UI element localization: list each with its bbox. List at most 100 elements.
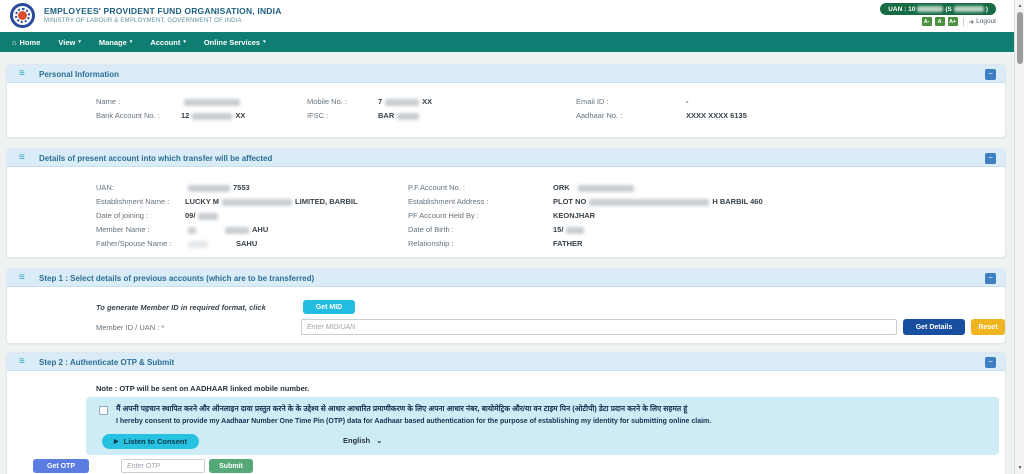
date-of-birth-label: Date of Birth : <box>408 225 454 234</box>
date-of-birth-value: 15/ <box>553 225 587 234</box>
collapse-icon[interactable]: − <box>985 69 996 80</box>
get-details-button[interactable]: Get Details <box>903 319 965 335</box>
uan-badge: UAN : 10 (S ) <box>880 3 996 15</box>
top-header-bar: EMPLOYEES' PROVIDENT FUND ORGANISATION, … <box>0 0 1014 32</box>
get-mid-button[interactable]: Get MID <box>303 300 355 314</box>
personal-information-panel: ≡ Personal Information − Name : Mobile N… <box>6 64 1006 138</box>
accessibility-toolbar: A- A A+ ➜ Logout <box>921 17 996 26</box>
font-normal-button[interactable]: A <box>934 17 945 26</box>
member-name-label: Member Name : <box>96 225 150 234</box>
establishment-name-label: Establishment Name : <box>96 197 170 206</box>
email-value: - <box>686 97 689 106</box>
aadhaar-consent-box: मैं अपनी पहचान स्थापित करने और ऑनलाइन दा… <box>86 397 999 455</box>
pf-account-label: P.F.Account No. : <box>408 183 465 192</box>
logout-icon: ➜ <box>968 18 975 26</box>
establishment-address-value: PLOT NO H BARBIL 460 <box>553 197 763 206</box>
nav-account-label: Account <box>150 37 181 47</box>
org-subtitle: MINISTRY OF LABOUR & EMPLOYMENT, GOVERNM… <box>44 18 242 24</box>
uan-badge-text: UAN : 10 <box>888 5 916 13</box>
org-title: EMPLOYEES' PROVIDENT FUND ORGANISATION, … <box>44 6 282 16</box>
father-spouse-value: SAHU <box>185 239 257 248</box>
scroll-down-icon[interactable]: ▼ <box>1015 463 1024 473</box>
member-id-input[interactable] <box>301 319 897 335</box>
uan-badge-text-mid: (S <box>945 5 952 13</box>
nav-item-account[interactable]: Account ▾ <box>150 38 186 47</box>
logout-button[interactable]: ➜ Logout <box>969 18 996 26</box>
nav-manage-label: Manage <box>98 37 127 47</box>
personal-information-header: ≡ Personal Information − <box>7 65 1005 83</box>
collapse-icon[interactable]: − <box>985 357 996 368</box>
aadhaar-value: XXXX XXXX 6135 <box>686 111 747 120</box>
play-icon: ▶ <box>114 439 119 445</box>
uan-redacted-2 <box>953 6 984 12</box>
uan-label: UAN: <box>96 183 114 192</box>
relationship-label: Relationship : <box>408 239 454 248</box>
consent-text-english: I hereby consent to provide my Aadhaar N… <box>116 418 712 425</box>
email-label: Email ID : <box>576 97 609 106</box>
listen-label: Listen to Consent <box>123 437 187 446</box>
scroll-up-icon[interactable]: ▲ <box>1015 1 1024 11</box>
caret-down-icon: ▾ <box>78 39 81 45</box>
present-account-header: ≡ Details of present account into which … <box>7 149 1005 167</box>
name-value <box>181 97 243 106</box>
caret-down-icon: ▾ <box>129 39 133 45</box>
otp-note: Note : OTP will be sent on AADHAAR linke… <box>96 384 310 393</box>
chevron-down-icon: ⌄ <box>376 436 383 445</box>
mobile-label: Mobile No. : <box>307 97 348 106</box>
submit-button[interactable]: Submit <box>209 459 253 473</box>
section-title: Step 1 : Select details of previous acco… <box>39 274 315 283</box>
name-label: Name : <box>96 97 121 106</box>
date-of-joining-value: 09/ <box>185 211 221 220</box>
listen-to-consent-button[interactable]: ▶ Listen to Consent <box>102 434 199 449</box>
get-mid-hint: To generate Member ID in required format… <box>96 303 266 312</box>
divider <box>962 17 964 26</box>
nav-item-manage[interactable]: Manage ▾ <box>99 38 132 47</box>
nav-home-label: Home <box>19 37 41 47</box>
nav-item-view[interactable]: View ▾ <box>58 38 80 47</box>
member-name-value: AHU <box>185 225 268 234</box>
member-id-label: Member ID / UAN : * <box>96 323 165 332</box>
establishment-name-value: LUCKY M LIMITED, BARBIL <box>185 197 358 206</box>
collapse-icon[interactable]: − <box>985 153 996 164</box>
section-title: Details of present account into which tr… <box>39 154 273 163</box>
get-otp-button[interactable]: Get OTP <box>33 459 89 473</box>
reset-button[interactable]: Reset <box>971 319 1005 335</box>
font-increase-button[interactable]: A+ <box>947 17 958 26</box>
establishment-address-label: Establishment Address : <box>408 197 489 206</box>
language-value: English <box>343 436 371 445</box>
step1-header: ≡ Step 1 : Select details of previous ac… <box>7 269 1005 287</box>
scrollbar-thumb[interactable] <box>1017 12 1023 64</box>
aadhaar-label: Aadhaar No. : <box>576 111 623 120</box>
step2-panel: ≡ Step 2 : Authenticate OTP & Submit − N… <box>6 352 1006 474</box>
bank-account-value: 12 XX <box>181 111 246 120</box>
pf-held-by-label: PF Account Held By : <box>408 211 479 220</box>
uan-badge-text-end: ) <box>985 5 988 13</box>
language-dropdown[interactable]: English ⌄ <box>343 436 382 445</box>
otp-input[interactable] <box>121 459 205 473</box>
section-title: Step 2 : Authenticate OTP & Submit <box>39 358 175 367</box>
consent-checkbox[interactable] <box>99 406 108 415</box>
date-of-joining-label: Date of joining : <box>96 211 149 220</box>
nav-item-home[interactable]: ⌂ Home <box>12 38 40 47</box>
pf-held-by-value: KEONJHAR <box>553 211 596 220</box>
uan-value: 7553 <box>185 183 250 192</box>
father-spouse-label: Father/Spouse Name : <box>96 239 172 248</box>
collapse-icon[interactable]: − <box>985 273 996 284</box>
hamburger-icon: ≡ <box>19 152 25 163</box>
ifsc-label: IFSC : <box>307 111 329 120</box>
epfo-logo-icon <box>10 3 35 28</box>
nav-view-label: View <box>58 37 76 47</box>
caret-down-icon: ▾ <box>183 39 186 45</box>
nav-online-services-label: Online Services <box>203 37 261 47</box>
epfo-member-portal-page: EMPLOYEES' PROVIDENT FUND ORGANISATION, … <box>0 0 1024 474</box>
vertical-scrollbar: ▲ ▼ <box>1014 0 1024 474</box>
step2-header: ≡ Step 2 : Authenticate OTP & Submit − <box>7 353 1005 371</box>
section-title: Personal Information <box>39 70 120 79</box>
nav-item-online-services[interactable]: Online Services ▾ <box>204 38 266 47</box>
font-decrease-button[interactable]: A- <box>921 17 932 26</box>
step1-panel: ≡ Step 1 : Select details of previous ac… <box>6 268 1006 344</box>
pf-account-value: ORK <box>553 183 637 192</box>
relationship-value: FATHER <box>553 239 583 248</box>
hamburger-icon: ≡ <box>19 356 25 367</box>
home-icon: ⌂ <box>12 37 17 47</box>
